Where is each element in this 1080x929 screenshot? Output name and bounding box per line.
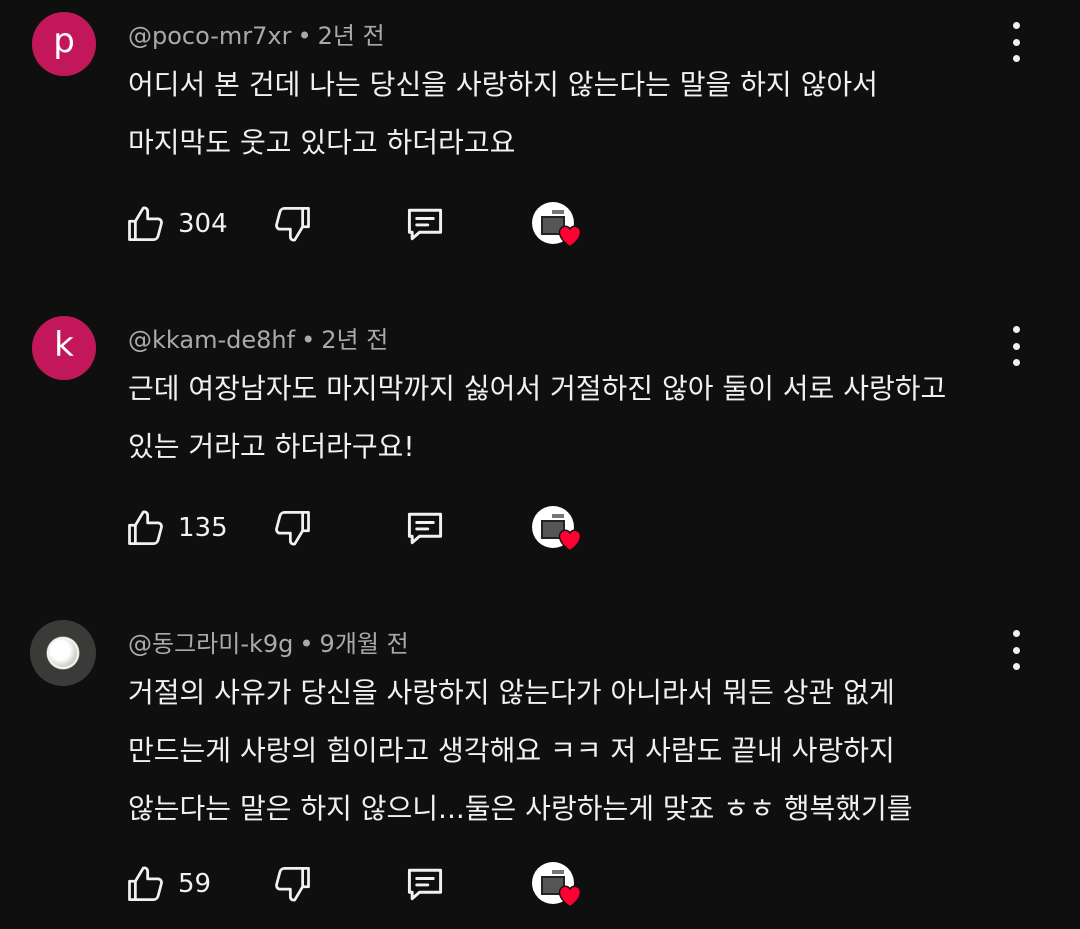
dislike-icon (275, 207, 310, 242)
avatar[interactable]: k (32, 316, 96, 380)
meta-separator: • (297, 22, 312, 50)
dislike-icon (275, 511, 310, 546)
reply-icon (407, 208, 443, 241)
comment-time[interactable]: 2년 전 (321, 326, 388, 354)
reply-button[interactable] (402, 198, 448, 250)
reply-icon (407, 868, 443, 901)
heart-icon (558, 225, 582, 248)
avatar-letter: k (54, 325, 74, 365)
comment-text-line: 근데 여장남자도 마지막까지 싫어서 거절하진 않아 둘이 서로 사랑하고 (128, 372, 947, 405)
comment-text-line: 어디서 본 건데 나는 당신을 사랑하지 않는다는 말을 하지 않아서 (128, 68, 878, 101)
comment-text: 어디서 본 건데 나는 당신을 사랑하지 않는다는 말을 하지 않아서 마지막도… (128, 56, 1028, 172)
comment-author[interactable]: @poco-mr7xr (128, 22, 292, 50)
like-icon (128, 510, 163, 545)
like-button[interactable]: 59 (124, 858, 211, 910)
comment-actions: 59 (124, 858, 604, 910)
like-icon (128, 866, 163, 901)
moon-avatar-icon (49, 639, 77, 667)
comment-item: p @poco-mr7xr • 2년 전 어디서 본 건데 나는 당신을 사랑하지 … (0, 12, 1080, 272)
avatar-letter: p (53, 21, 75, 61)
meta-separator: • (301, 326, 316, 354)
comment-text: 거절의 사유가 당신을 사랑하지 않는다가 아니라서 뭐든 상관 없게 만드는게… (128, 664, 1028, 838)
comment-author[interactable]: @kkam-de8hf (128, 326, 295, 354)
comment-meta: @kkam-de8hf • 2년 전 (128, 320, 388, 355)
like-count: 304 (178, 209, 228, 239)
like-count: 59 (178, 869, 212, 899)
dislike-button[interactable] (270, 858, 314, 910)
comment-meta: @poco-mr7xr • 2년 전 (128, 16, 385, 51)
comment-meta: @동그라미-k9g • 9개월 전 (128, 624, 409, 659)
avatar[interactable] (30, 620, 96, 686)
like-count: 135 (178, 513, 228, 543)
comment-text-line: 거절의 사유가 당신을 사랑하지 않는다가 아니라서 뭐든 상관 없게 (128, 676, 895, 709)
comment-text-line: 있는 거라고 하더라구요! (128, 430, 415, 463)
reply-button[interactable] (402, 502, 448, 554)
comment-time[interactable]: 9개월 전 (320, 630, 409, 658)
comment-text-line: 마지막도 웃고 있다고 하더라고요 (128, 126, 516, 159)
creator-heart-icon (532, 202, 582, 248)
comment-author[interactable]: @동그라미-k9g (128, 630, 293, 658)
reply-icon (407, 512, 443, 545)
dislike-button[interactable] (270, 198, 314, 250)
comment-text-line: 않는다는 말은 하지 않으니...둘은 사랑하는게 맞죠 ㅎㅎ 행복했기를 (128, 792, 913, 825)
comment-item: @동그라미-k9g • 9개월 전 거절의 사유가 당신을 사랑하지 않는다가 아니… (0, 620, 1080, 920)
like-button[interactable]: 304 (124, 198, 228, 250)
meta-separator: • (299, 630, 314, 658)
creator-heart-icon (532, 506, 582, 552)
like-button[interactable]: 135 (124, 502, 228, 554)
like-icon (128, 206, 163, 241)
comment-text-line: 만드는게 사랑의 힘이라고 생각해요 ㅋㅋ 저 사람도 끝내 사랑하지 (128, 734, 895, 767)
dislike-icon (275, 867, 310, 902)
dislike-button[interactable] (270, 502, 314, 554)
reply-button[interactable] (402, 858, 448, 910)
comment-item: k @kkam-de8hf • 2년 전 근데 여장남자도 마지막까지 싫어서 거절… (0, 316, 1080, 576)
comment-text: 근데 여장남자도 마지막까지 싫어서 거절하진 않아 둘이 서로 사랑하고 있는… (128, 360, 1028, 476)
comment-actions: 304 (124, 198, 604, 250)
avatar[interactable]: p (32, 12, 96, 76)
heart-icon (558, 885, 582, 908)
creator-heart-icon (532, 862, 582, 908)
comment-actions: 135 (124, 502, 604, 554)
heart-icon (558, 529, 582, 552)
comment-time[interactable]: 2년 전 (318, 22, 385, 50)
